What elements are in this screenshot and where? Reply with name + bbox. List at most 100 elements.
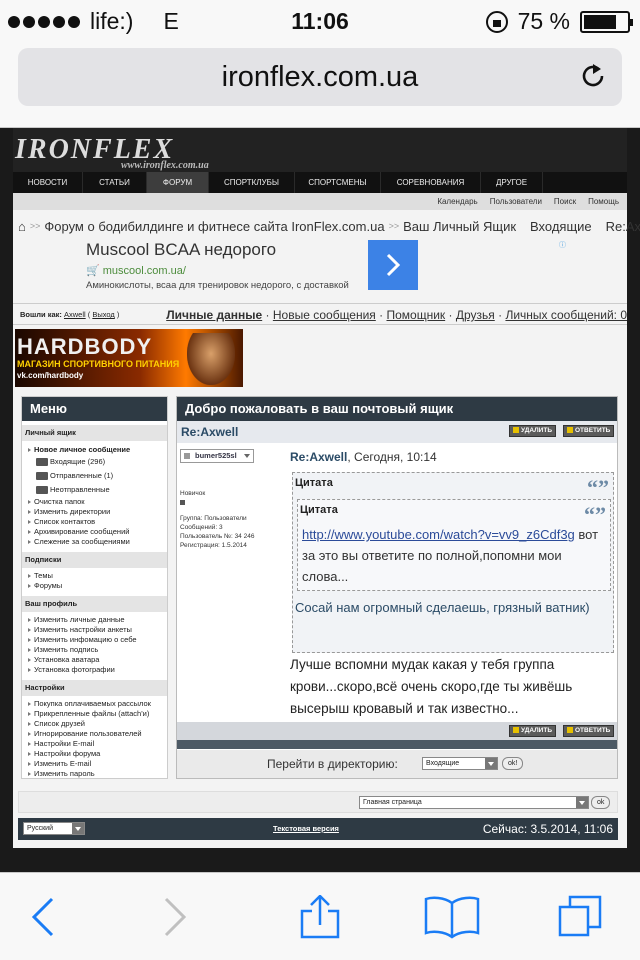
menu-item[interactable]: Игнорирование пользователей (22, 729, 167, 739)
jump-ok-button[interactable]: ok (591, 796, 611, 809)
new-messages-link[interactable]: Новые сообщения (273, 308, 376, 322)
menu-section-inbox: Личный ящик (22, 425, 167, 441)
share-icon[interactable] (298, 895, 342, 939)
nav-competitions[interactable]: СОРЕВНОВАНИЯ (381, 172, 481, 193)
calendar-link[interactable]: Календарь (437, 195, 477, 209)
menu-item[interactable]: Установка аватара (22, 655, 167, 665)
inner-quote: Цитата “” http://www.youtube.com/watch?v=… (297, 499, 611, 591)
menu-item[interactable]: Прикрепленные файлы (attach'и) (22, 709, 167, 719)
menu-item[interactable]: Темы (22, 571, 167, 581)
menu-item[interactable]: Архивирование сообщений (22, 527, 167, 537)
menu-item[interactable]: Изменить пароль (22, 769, 167, 779)
author-group: Группа: Пользователи (180, 515, 247, 522)
ad-block[interactable]: Muscool BCAA недорого 🛒 muscool.com.ua/ … (83, 240, 566, 298)
menu-item[interactable]: Изменить E-mail (22, 759, 167, 769)
personal-data-link[interactable]: Личные данные (166, 308, 262, 322)
forum-content: Календарь Пользователи Поиск Помощь ⌂ >>… (13, 193, 640, 848)
menu-section-profile: Ваш профиль (22, 596, 167, 612)
site-logo[interactable]: IRONFLEX www.ironflex.com.ua (13, 134, 313, 172)
menu-item[interactable]: Установка фотографии (22, 665, 167, 675)
ad-url[interactable]: 🛒 muscool.com.ua/ (86, 264, 186, 277)
new-message-link[interactable]: Новое личное сообщение (22, 445, 167, 455)
breadcrumb-separator: >> (29, 221, 41, 231)
menu-item[interactable]: Форумы (22, 581, 167, 591)
menu-item[interactable]: Слежение за сообщениями (22, 537, 167, 547)
menu-section-subscriptions: Подписки (22, 552, 167, 568)
goto-ok-button[interactable]: ok! (502, 757, 524, 770)
username-link[interactable]: Axwell (64, 310, 86, 319)
logged-as-label: Вошли как: (20, 310, 62, 319)
nav-news[interactable]: НОВОСТИ (13, 172, 83, 193)
breadcrumb-mailbox[interactable]: Ваш Личный Ящик (403, 219, 516, 234)
web-page: IRONFLEX www.ironflex.com.ua НОВОСТИ СТА… (0, 128, 640, 872)
text-version-link[interactable]: Текстовая версия (273, 824, 339, 833)
menu-item[interactable]: Изменить инфомацию о себе (22, 635, 167, 645)
divider-bar (177, 740, 617, 749)
logout-link[interactable]: Выход (92, 310, 114, 319)
pm-count-link[interactable]: Личных сообщений: 0 (505, 308, 627, 322)
menu-item[interactable]: Покупка оплачиваемых рассылок (22, 699, 167, 709)
nav-other[interactable]: ДРУГОЕ (481, 172, 543, 193)
site-footer: Русский Текстовая версия Сейчас: 3.5.201… (18, 818, 618, 840)
forward-icon[interactable] (152, 895, 196, 939)
folder-sent[interactable]: Отправленные (1) (22, 469, 167, 483)
chevron-down-icon (485, 758, 497, 769)
main-nav: НОВОСТИ СТАТЬИ ФОРУМ СПОРТКЛУБЫ СПОРТСМЕ… (13, 172, 627, 193)
nav-athletes[interactable]: СПОРТСМЕНЫ (295, 172, 381, 193)
author-number: Пользователь №: 34 246 (180, 533, 255, 540)
nav-clubs[interactable]: СПОРТКЛУБЫ (209, 172, 295, 193)
banner-link: vk.com/hardbody (17, 371, 84, 380)
post-date: , Сегодня, 10:14 (347, 450, 437, 464)
banner-title: HARDBODY (17, 334, 153, 359)
folder-inbox[interactable]: Входящие (296) (22, 455, 167, 469)
breadcrumb-inbox[interactable]: Входящие (530, 219, 592, 234)
back-icon[interactable] (22, 895, 66, 939)
tabs-icon[interactable] (558, 895, 602, 939)
nav-articles[interactable]: СТАТЬИ (83, 172, 147, 193)
menu-item[interactable]: Настройки форума (22, 749, 167, 759)
menu-item[interactable]: Настройки E-mail (22, 739, 167, 749)
hardbody-banner[interactable]: HARDBODY МАГАЗИН СПОРТИВНОГО ПИТАНИЯ vk.… (15, 329, 243, 387)
delete-button[interactable]: УДАЛИТЬ (509, 725, 556, 737)
site-frame: IRONFLEX www.ironflex.com.ua НОВОСТИ СТА… (13, 128, 640, 848)
url-text: ironflex.com.ua (221, 61, 419, 93)
reply-button[interactable]: ОТВЕТИТЬ (563, 725, 615, 737)
bookmarks-icon[interactable] (424, 895, 480, 939)
chevron-down-icon (576, 797, 588, 808)
assistant-link[interactable]: Помощник (386, 308, 445, 322)
help-link[interactable]: Помощь (588, 195, 619, 209)
home-select[interactable]: Главная страница (359, 796, 589, 809)
reply-button[interactable]: ОТВЕТИТЬ (563, 425, 615, 437)
current-time: Сейчас: 3.5.2014, 11:06 (482, 822, 613, 836)
menu-item[interactable]: Список друзей (22, 719, 167, 729)
search-link[interactable]: Поиск (554, 195, 576, 209)
orientation-lock-icon (485, 10, 508, 33)
friends-link[interactable]: Друзья (456, 308, 495, 322)
nav-forum[interactable]: ФОРУМ (147, 172, 209, 193)
menu-item[interactable]: Изменить личные данные (22, 615, 167, 625)
ad-arrow-button[interactable] (368, 240, 418, 290)
home-icon[interactable]: ⌂ (18, 219, 26, 234)
reload-icon[interactable] (578, 61, 608, 91)
delete-button[interactable]: УДАЛИТЬ (509, 425, 556, 437)
ad-title[interactable]: Muscool BCAA недорого (86, 240, 276, 260)
jump-row: Главная страница ok (18, 791, 618, 813)
post-subject: Re:Axwell (290, 450, 348, 464)
menu-section-settings: Настройки (22, 680, 167, 696)
menu-item[interactable]: Очистка папок (22, 497, 167, 507)
menu-item[interactable]: Список контактов (22, 517, 167, 527)
youtube-link[interactable]: http://www.youtube.com/watch?v=vv9_z6Cdf… (302, 527, 575, 542)
folder-unsent[interactable]: Неотправленные (22, 483, 167, 497)
menu-item[interactable]: Изменить подпись (22, 645, 167, 655)
users-link[interactable]: Пользователи (490, 195, 542, 209)
address-bar[interactable]: ironflex.com.ua (18, 48, 622, 106)
menu-item[interactable]: Изменить директории (22, 507, 167, 517)
author-dropdown[interactable]: bumer525sl (180, 449, 254, 463)
post-title: Re:Axwell (181, 425, 239, 439)
breadcrumb-forum[interactable]: Форум о бодибилдинге и фитнесе сайта Iro… (44, 219, 384, 234)
language-select[interactable]: Русский (23, 822, 85, 835)
chevron-right-icon (386, 253, 401, 277)
folder-select[interactable]: Входящие (422, 757, 498, 770)
ad-info-icon[interactable]: ⓘ (559, 240, 567, 249)
menu-item[interactable]: Изменить настройки анкеты (22, 625, 167, 635)
